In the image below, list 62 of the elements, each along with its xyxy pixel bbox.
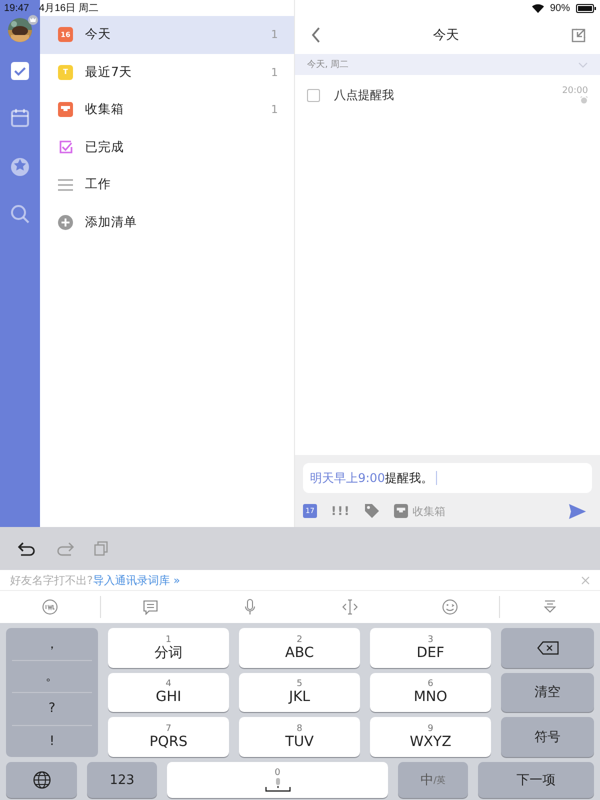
- send-icon[interactable]: [569, 504, 586, 518]
- backspace-icon: [536, 640, 558, 655]
- function-key[interactable]: 符号: [501, 717, 594, 757]
- undo-icon[interactable]: [18, 542, 36, 556]
- status-time: 19:47: [4, 2, 30, 14]
- star-badge-icon[interactable]: [9, 155, 31, 177]
- battery-icon: [576, 4, 596, 12]
- letter-key[interactable]: 5 JKL: [239, 672, 360, 712]
- list-item[interactable]: 工作: [40, 166, 294, 204]
- letter-key[interactable]: 4 GHI: [108, 672, 229, 712]
- hide-keyboard-icon[interactable]: [543, 600, 558, 614]
- wifi-icon: [532, 4, 544, 12]
- letter-key[interactable]: 2 ABC: [239, 628, 360, 668]
- list-item[interactable]: 添加清单: [40, 204, 294, 241]
- list-item[interactable]: 已完成: [40, 128, 294, 166]
- punctuation-key[interactable]: ，: [12, 628, 92, 660]
- search-icon[interactable]: [10, 204, 30, 224]
- letter-key[interactable]: 1 分词: [108, 628, 229, 668]
- emoji-icon[interactable]: [442, 599, 458, 615]
- crown-icon: [28, 15, 38, 25]
- punctuation-key[interactable]: 。: [12, 660, 92, 693]
- suggestion-hint: 好友名字打不出?: [10, 572, 93, 588]
- task-time: 20:00: [562, 86, 588, 96]
- battery-percent: 90%: [550, 2, 570, 14]
- calendar-icon[interactable]: [10, 108, 30, 128]
- letter-key[interactable]: 8 TUV: [239, 717, 360, 757]
- delete-key[interactable]: [501, 628, 594, 668]
- list-item[interactable]: 收集箱 1: [40, 91, 294, 128]
- expand-icon[interactable]: [571, 28, 586, 42]
- space-microphone-icon: [264, 778, 290, 792]
- letter-key[interactable]: 6 MNO: [370, 672, 491, 712]
- message-icon[interactable]: [143, 600, 158, 614]
- checkbox-icon[interactable]: [10, 61, 30, 81]
- letter-key[interactable]: 9 WXYZ: [370, 717, 491, 757]
- logo-icon[interactable]: [42, 599, 58, 615]
- punctuation-key[interactable]: !: [12, 726, 92, 757]
- back-icon[interactable]: [311, 27, 321, 43]
- add-icon: [58, 214, 73, 230]
- section-label: 今天, 周二: [307, 58, 349, 71]
- close-icon[interactable]: [581, 576, 590, 584]
- globe-key[interactable]: [6, 762, 77, 798]
- function-key[interactable]: 清空: [501, 672, 594, 712]
- tag-icon[interactable]: [364, 503, 380, 519]
- copy-icon[interactable]: [94, 541, 108, 556]
- letter-key[interactable]: 3 DEF: [370, 628, 491, 668]
- microphone-icon[interactable]: [245, 599, 256, 615]
- letter-key[interactable]: 7 PQRS: [108, 717, 229, 757]
- space-key[interactable]: 0: [167, 762, 388, 798]
- cursor-icon[interactable]: [342, 599, 358, 615]
- redo-icon[interactable]: [56, 542, 74, 556]
- task-checkbox[interactable]: [307, 88, 320, 102]
- task-input-field[interactable]: 明天早上9:00提醒我。: [303, 463, 592, 493]
- checkbox-icon: [58, 140, 73, 155]
- menu-icon: [58, 178, 73, 191]
- function-key[interactable]: 123: [87, 762, 157, 798]
- function-key[interactable]: 下一项: [478, 762, 594, 798]
- globe-icon: [32, 771, 50, 789]
- task-title[interactable]: 八点提醒我: [334, 86, 548, 104]
- inbox-icon: [58, 102, 73, 118]
- punctuation-key[interactable]: ?: [12, 693, 92, 726]
- page-title: 今天: [433, 27, 459, 44]
- inbox-icon: [394, 504, 408, 518]
